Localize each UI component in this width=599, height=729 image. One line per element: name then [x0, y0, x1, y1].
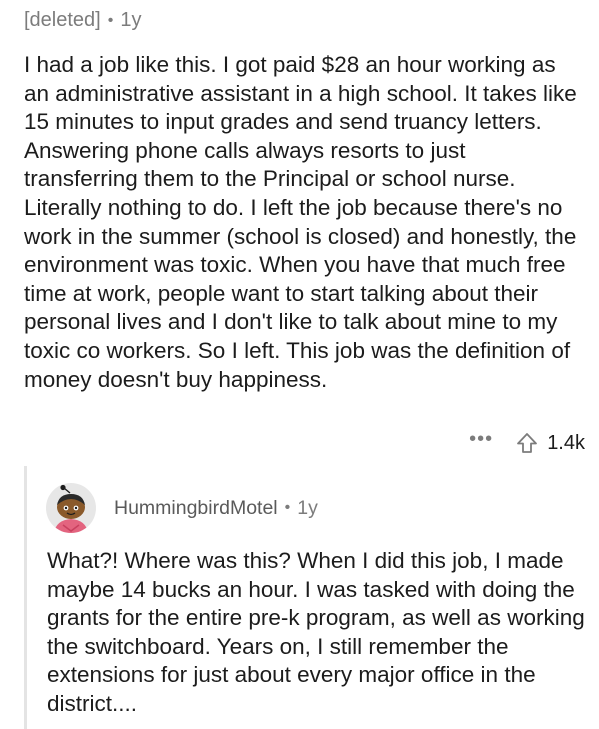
comment-author[interactable]: [deleted]	[24, 9, 101, 32]
upvote-arrow-icon[interactable]	[515, 431, 539, 455]
meta-separator: •	[284, 499, 291, 516]
thread-line[interactable]	[24, 466, 27, 729]
reply-author[interactable]: HummingbirdMotel	[114, 497, 278, 520]
reply-meta: HummingbirdMotel • 1y	[114, 497, 318, 520]
more-options-button[interactable]: •••	[469, 429, 493, 449]
comment-action-bar: ••• 1.4k	[469, 428, 585, 458]
comment-age: 1y	[120, 9, 142, 31]
comment-meta: [deleted] • 1y	[24, 9, 141, 32]
comment-body: I had a job like this. I got paid $28 an…	[24, 52, 577, 392]
meta-separator: •	[107, 11, 114, 29]
snoo-avatar-icon[interactable]	[46, 483, 96, 533]
vote-count: 1.4k	[547, 431, 585, 454]
reply-body: What?! Where was this? When I did this j…	[47, 548, 585, 716]
reply-header: HummingbirdMotel • 1y	[46, 483, 318, 533]
upvote-button[interactable]: 1.4k	[515, 431, 585, 455]
reply-age: 1y	[297, 496, 318, 519]
